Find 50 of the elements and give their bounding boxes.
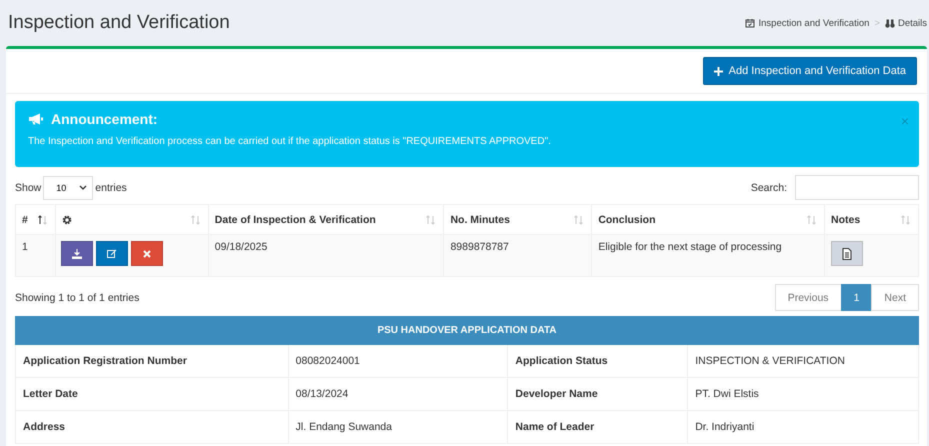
field-value: INSPECTION & VERIFICATION	[688, 344, 918, 378]
document-icon	[842, 248, 852, 260]
page-title: Inspection and Verification	[8, 12, 230, 34]
download-button[interactable]	[60, 241, 93, 266]
field-label: Letter Date	[16, 378, 288, 410]
pagination-button[interactable]: 1	[840, 284, 872, 311]
field-value: Jl. Endang Suwanda	[288, 410, 508, 444]
megaphone-icon	[28, 113, 43, 125]
section-header: PSU HANDOVER APPLICATION DATA	[16, 316, 918, 344]
field-label: Application Status	[508, 344, 688, 378]
field-value: PT. Dwi Elstis	[688, 378, 918, 410]
announcement-title: Announcement:	[51, 111, 158, 127]
entries-select[interactable]: 10	[43, 176, 94, 200]
breadcrumb-link[interactable]: Inspection and Verification	[758, 18, 870, 28]
calendar-icon	[745, 18, 756, 28]
show-label: Show	[15, 182, 42, 194]
field-label: Application Registration Number	[16, 344, 288, 378]
table-cell: 1	[16, 234, 56, 276]
close-icon	[140, 248, 153, 260]
field-value: 08/13/2024	[288, 378, 508, 410]
field-label: Name of Leader	[508, 410, 688, 444]
field-value: Dr. Indriyanti	[688, 410, 918, 444]
table-cell: Eligible for the next stage of processing	[592, 234, 825, 276]
column-header[interactable]: #	[22, 214, 28, 226]
field-value: 08082024001	[288, 344, 508, 378]
add-data-button[interactable]: Add Inspection and Verification Data	[702, 57, 917, 85]
column-header[interactable]: Notes	[831, 214, 860, 226]
chevron-down-icon	[79, 185, 88, 190]
plus-icon	[714, 66, 723, 76]
table-info: Showing 1 to 1 of 1 entries	[15, 292, 140, 304]
delete-button[interactable]	[130, 241, 163, 266]
binoculars-icon	[884, 18, 895, 28]
column-header[interactable]: Conclusion	[598, 214, 656, 226]
download-icon	[70, 248, 83, 260]
field-label: Developer Name	[508, 378, 688, 410]
edit-icon	[106, 248, 118, 260]
search-label: Search:	[750, 182, 787, 194]
sort-icon[interactable]	[36, 214, 49, 226]
edit-button[interactable]	[96, 241, 128, 266]
breadcrumb-separator: >	[874, 18, 880, 28]
entries-label: entries	[95, 182, 127, 194]
field-label: Address	[16, 410, 288, 444]
table-cell: 8989878787	[444, 234, 592, 276]
announcement-text: The Inspection and Verification process can be carried out if the application status is "REQUIREMENTS APPROVED".	[28, 136, 552, 147]
notes-button[interactable]	[831, 241, 864, 266]
column-header[interactable]: No. Minutes	[450, 214, 510, 226]
table-cell: 09/18/2025	[208, 234, 444, 276]
breadcrumb-link[interactable]: Details	[898, 18, 927, 28]
gear-icon	[62, 214, 72, 224]
search-field[interactable]	[795, 175, 919, 200]
